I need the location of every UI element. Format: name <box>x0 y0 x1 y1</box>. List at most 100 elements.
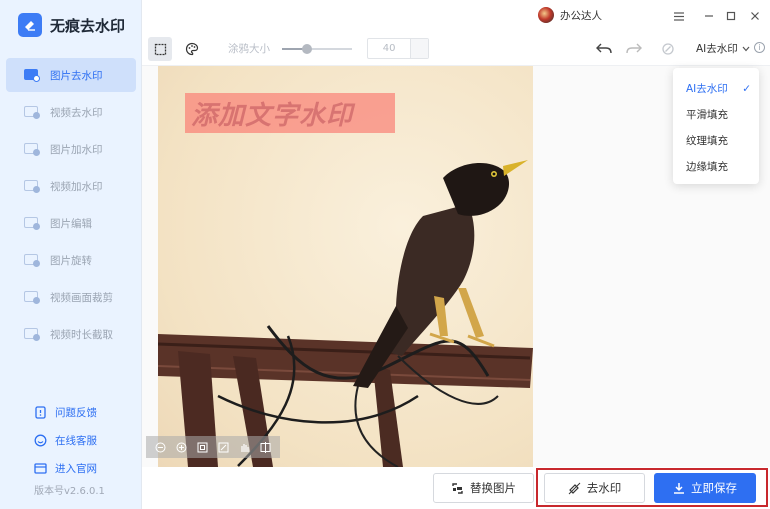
redo-icon <box>626 43 642 54</box>
mode-option-texture[interactable]: 纹理填充 <box>673 128 759 154</box>
highlight-annotation <box>536 468 768 507</box>
sidebar-item-video-trim[interactable]: 视频时长截取 <box>6 317 136 351</box>
mode-option-label: 边缘填充 <box>686 161 728 173</box>
website-icon <box>34 462 47 474</box>
sidebar-item-label: 视频去水印 <box>50 106 103 119</box>
version-text: 版本号v2.6.0.1 <box>34 486 105 497</box>
brush-size-stepper[interactable]: 40 <box>367 38 429 59</box>
sidebar-item-video-crop[interactable]: 视频画面裁剪 <box>6 280 136 314</box>
menu-icon <box>674 11 684 21</box>
avatar[interactable] <box>538 7 554 23</box>
feedback-label: 问题反馈 <box>55 406 97 419</box>
close-icon <box>751 12 759 20</box>
mode-option-label: AI去水印 <box>686 83 728 95</box>
app-title: 无痕去水印 <box>50 16 126 35</box>
service-label: 在线客服 <box>55 434 97 447</box>
sidebar-links: 问题反馈 在线客服 进入官网 <box>34 398 97 482</box>
sidebar-item-image-add-watermark[interactable]: 图片加水印 <box>6 132 136 166</box>
minimize-button[interactable] <box>700 7 718 25</box>
title-bar: 办公达人 <box>142 0 770 32</box>
replace-icon <box>452 482 463 494</box>
website-link[interactable]: 进入官网 <box>34 454 97 482</box>
rotate-icon <box>24 253 40 267</box>
brush-tool[interactable] <box>180 37 204 61</box>
image-preview[interactable]: 添加文字水印 <box>158 66 533 467</box>
zoom-in-tool[interactable] <box>176 441 188 453</box>
menu-button[interactable] <box>670 7 688 25</box>
zoom-in-icon <box>176 442 187 452</box>
fit-screen-icon <box>197 442 208 452</box>
brush-size-label: 涂鸦大小 <box>228 43 270 55</box>
website-label: 进入官网 <box>55 462 97 475</box>
stepper-spin[interactable] <box>410 39 428 58</box>
sidebar-item-video-add-watermark[interactable]: 视频加水印 <box>6 169 136 203</box>
expand-icon <box>218 442 229 452</box>
sidebar-item-label: 图片加水印 <box>50 143 103 156</box>
redo-button[interactable] <box>622 37 646 61</box>
sidebar-item-image-remove-watermark[interactable]: 图片去水印 <box>6 58 136 92</box>
user-name: 办公达人 <box>560 9 602 22</box>
user-info[interactable]: 办公达人 <box>538 7 602 23</box>
close-button[interactable] <box>746 7 764 25</box>
feedback-link[interactable]: 问题反馈 <box>34 398 97 426</box>
brush-size-value[interactable]: 40 <box>368 39 410 58</box>
sidebar-item-label: 图片旋转 <box>50 254 92 267</box>
watermark-text: 添加文字水印 <box>191 100 354 131</box>
image-edit-icon <box>24 216 40 230</box>
toolbar: 涂鸦大小 40 AI去水印 i <box>142 32 770 66</box>
watermark-overlay[interactable]: 添加文字水印 <box>185 93 395 133</box>
image-tools <box>146 436 280 458</box>
app-logo: 无痕去水印 <box>18 13 125 37</box>
sidebar-item-label: 图片去水印 <box>50 69 103 82</box>
rect-select-icon <box>154 43 166 55</box>
mode-dropdown: AI去水印 ✓ 平滑填充 纹理填充 边缘填充 <box>673 68 759 184</box>
check-icon: ✓ <box>742 83 751 95</box>
image-icon <box>24 68 40 82</box>
sidebar-nav: 图片去水印 视频去水印 图片加水印 视频加水印 图片编辑 图片旋转 视频画面裁剪 <box>6 58 136 354</box>
service-link[interactable]: 在线客服 <box>34 426 97 454</box>
mode-option-label: 纹理填充 <box>686 135 728 147</box>
sidebar-item-label: 视频画面裁剪 <box>50 291 113 304</box>
sidebar-item-image-edit[interactable]: 图片编辑 <box>6 206 136 240</box>
maximize-button[interactable] <box>722 7 740 25</box>
mode-option-ai[interactable]: AI去水印 ✓ <box>673 76 759 102</box>
video-add-icon <box>24 179 40 193</box>
info-icon[interactable]: i <box>754 42 765 53</box>
mode-select-value: AI去水印 <box>696 43 738 55</box>
mode-option-smooth[interactable]: 平滑填充 <box>673 102 759 128</box>
mode-option-label: 平滑填充 <box>686 109 728 121</box>
slider-thumb[interactable] <box>301 44 312 54</box>
sidebar-item-image-rotate[interactable]: 图片旋转 <box>6 243 136 277</box>
feedback-icon <box>35 405 46 419</box>
replace-image-label: 替换图片 <box>470 481 516 495</box>
chevron-down-icon <box>742 46 750 51</box>
crop-icon <box>24 290 40 304</box>
sidebar-item-label: 图片编辑 <box>50 217 92 230</box>
hand-icon <box>241 443 249 452</box>
compare-tool[interactable] <box>260 441 272 453</box>
sidebar: 无痕去水印 图片去水印 视频去水印 图片加水印 视频加水印 图片编辑 图片旋转 <box>0 0 142 509</box>
sidebar-item-label: 视频加水印 <box>50 180 103 193</box>
mode-option-edge[interactable]: 边缘填充 <box>673 154 759 180</box>
zoom-out-icon <box>155 442 166 452</box>
undo-button[interactable] <box>592 37 616 61</box>
reset-button[interactable] <box>656 37 680 61</box>
zoom-out-tool[interactable] <box>155 441 167 453</box>
expand-tool[interactable] <box>218 441 230 453</box>
trim-icon <box>24 327 40 341</box>
maximize-icon <box>726 11 736 21</box>
sidebar-item-video-remove-watermark[interactable]: 视频去水印 <box>6 95 136 129</box>
minimize-icon <box>705 15 713 17</box>
eraser-logo-icon <box>18 13 42 37</box>
reset-icon <box>662 43 674 55</box>
replace-image-button[interactable]: 替换图片 <box>433 473 534 503</box>
palette-icon <box>185 42 199 56</box>
image-add-icon <box>24 142 40 156</box>
hand-tool[interactable] <box>239 441 251 453</box>
video-icon <box>24 105 40 119</box>
fit-tool[interactable] <box>197 441 209 453</box>
service-icon <box>34 434 47 446</box>
rect-select-tool[interactable] <box>148 37 172 61</box>
brush-size-slider[interactable] <box>282 44 352 54</box>
mode-select[interactable]: AI去水印 <box>696 41 750 56</box>
